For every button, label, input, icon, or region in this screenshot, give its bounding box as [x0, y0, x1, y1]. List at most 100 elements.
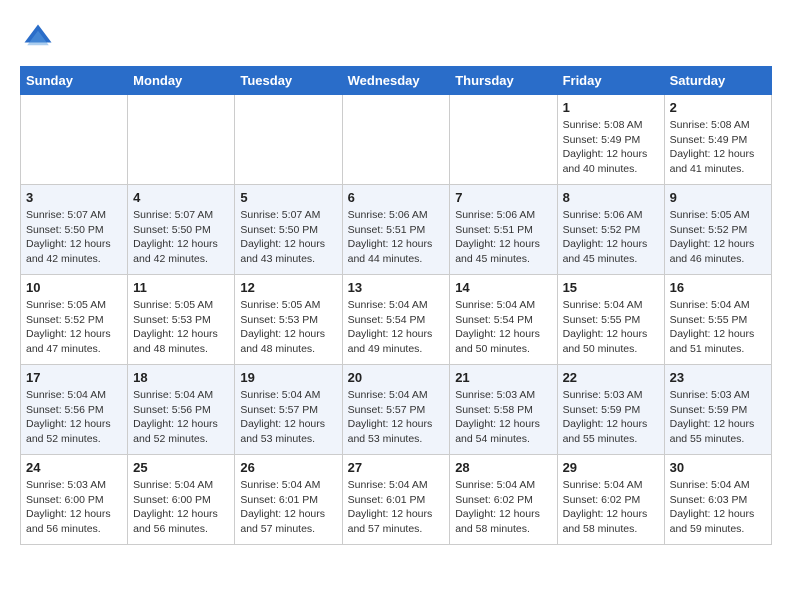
day-info: Sunrise: 5:03 AM Sunset: 6:00 PM Dayligh… [26, 478, 122, 537]
day-info: Sunrise: 5:05 AM Sunset: 5:53 PM Dayligh… [240, 298, 336, 357]
calendar-cell [235, 95, 342, 185]
day-info: Sunrise: 5:04 AM Sunset: 5:54 PM Dayligh… [348, 298, 445, 357]
calendar-week-3: 10 Sunrise: 5:05 AM Sunset: 5:52 PM Dayli… [21, 275, 772, 365]
calendar-cell: 30 Sunrise: 5:04 AM Sunset: 6:03 PM Dayli… [664, 455, 771, 545]
day-info: Sunrise: 5:03 AM Sunset: 5:59 PM Dayligh… [670, 388, 766, 447]
day-info: Sunrise: 5:06 AM Sunset: 5:51 PM Dayligh… [455, 208, 551, 267]
calendar-cell: 15 Sunrise: 5:04 AM Sunset: 5:55 PM Dayli… [557, 275, 664, 365]
weekday-header-friday: Friday [557, 67, 664, 95]
calendar-cell: 20 Sunrise: 5:04 AM Sunset: 5:57 PM Dayli… [342, 365, 450, 455]
calendar-cell [128, 95, 235, 185]
calendar-cell: 28 Sunrise: 5:04 AM Sunset: 6:02 PM Dayli… [450, 455, 557, 545]
calendar-week-1: 1 Sunrise: 5:08 AM Sunset: 5:49 PM Daylig… [21, 95, 772, 185]
weekday-header-thursday: Thursday [450, 67, 557, 95]
calendar-cell: 5 Sunrise: 5:07 AM Sunset: 5:50 PM Daylig… [235, 185, 342, 275]
day-number: 6 [348, 190, 445, 205]
day-number: 30 [670, 460, 766, 475]
calendar-cell: 24 Sunrise: 5:03 AM Sunset: 6:00 PM Dayli… [21, 455, 128, 545]
calendar-cell: 17 Sunrise: 5:04 AM Sunset: 5:56 PM Dayli… [21, 365, 128, 455]
day-info: Sunrise: 5:04 AM Sunset: 6:01 PM Dayligh… [348, 478, 445, 537]
day-number: 8 [563, 190, 659, 205]
day-number: 9 [670, 190, 766, 205]
calendar-cell: 7 Sunrise: 5:06 AM Sunset: 5:51 PM Daylig… [450, 185, 557, 275]
calendar-cell: 22 Sunrise: 5:03 AM Sunset: 5:59 PM Dayli… [557, 365, 664, 455]
day-number: 4 [133, 190, 229, 205]
calendar-cell [450, 95, 557, 185]
day-number: 12 [240, 280, 336, 295]
day-number: 17 [26, 370, 122, 385]
day-info: Sunrise: 5:08 AM Sunset: 5:49 PM Dayligh… [563, 118, 659, 177]
day-info: Sunrise: 5:04 AM Sunset: 6:02 PM Dayligh… [563, 478, 659, 537]
calendar-cell: 10 Sunrise: 5:05 AM Sunset: 5:52 PM Dayli… [21, 275, 128, 365]
day-info: Sunrise: 5:04 AM Sunset: 5:54 PM Dayligh… [455, 298, 551, 357]
calendar-cell: 27 Sunrise: 5:04 AM Sunset: 6:01 PM Dayli… [342, 455, 450, 545]
day-number: 27 [348, 460, 445, 475]
day-number: 1 [563, 100, 659, 115]
day-number: 29 [563, 460, 659, 475]
day-info: Sunrise: 5:04 AM Sunset: 5:57 PM Dayligh… [348, 388, 445, 447]
calendar-cell: 3Sunrise: 5:07 AM Sunset: 5:50 PM Daylig… [21, 185, 128, 275]
logo-icon [20, 20, 56, 56]
calendar-week-5: 24 Sunrise: 5:03 AM Sunset: 6:00 PM Dayli… [21, 455, 772, 545]
calendar-cell: 9 Sunrise: 5:05 AM Sunset: 5:52 PM Daylig… [664, 185, 771, 275]
day-number: 10 [26, 280, 122, 295]
calendar-week-2: 3Sunrise: 5:07 AM Sunset: 5:50 PM Daylig… [21, 185, 772, 275]
calendar-cell: 8Sunrise: 5:06 AM Sunset: 5:52 PM Daylig… [557, 185, 664, 275]
day-info: Sunrise: 5:06 AM Sunset: 5:51 PM Dayligh… [348, 208, 445, 267]
day-number: 14 [455, 280, 551, 295]
calendar-cell: 21 Sunrise: 5:03 AM Sunset: 5:58 PM Dayli… [450, 365, 557, 455]
day-info: Sunrise: 5:03 AM Sunset: 5:59 PM Dayligh… [563, 388, 659, 447]
day-number: 24 [26, 460, 122, 475]
calendar-cell: 6 Sunrise: 5:06 AM Sunset: 5:51 PM Daylig… [342, 185, 450, 275]
day-info: Sunrise: 5:04 AM Sunset: 6:01 PM Dayligh… [240, 478, 336, 537]
weekday-header-saturday: Saturday [664, 67, 771, 95]
day-info: Sunrise: 5:04 AM Sunset: 6:02 PM Dayligh… [455, 478, 551, 537]
calendar-cell [21, 95, 128, 185]
day-number: 20 [348, 370, 445, 385]
weekday-header-tuesday: Tuesday [235, 67, 342, 95]
day-number: 18 [133, 370, 229, 385]
day-info: Sunrise: 5:04 AM Sunset: 6:00 PM Dayligh… [133, 478, 229, 537]
weekday-header-wednesday: Wednesday [342, 67, 450, 95]
day-number: 28 [455, 460, 551, 475]
day-info: Sunrise: 5:04 AM Sunset: 5:57 PM Dayligh… [240, 388, 336, 447]
day-info: Sunrise: 5:08 AM Sunset: 5:49 PM Dayligh… [670, 118, 766, 177]
calendar-cell: 1 Sunrise: 5:08 AM Sunset: 5:49 PM Daylig… [557, 95, 664, 185]
day-info: Sunrise: 5:04 AM Sunset: 6:03 PM Dayligh… [670, 478, 766, 537]
calendar-cell: 14 Sunrise: 5:04 AM Sunset: 5:54 PM Dayli… [450, 275, 557, 365]
calendar-cell: 2 Sunrise: 5:08 AM Sunset: 5:49 PM Daylig… [664, 95, 771, 185]
calendar-cell [342, 95, 450, 185]
day-info: Sunrise: 5:07 AM Sunset: 5:50 PM Dayligh… [26, 208, 122, 267]
day-number: 2 [670, 100, 766, 115]
calendar-cell: 18Sunrise: 5:04 AM Sunset: 5:56 PM Dayli… [128, 365, 235, 455]
day-info: Sunrise: 5:03 AM Sunset: 5:58 PM Dayligh… [455, 388, 551, 447]
calendar-cell: 13Sunrise: 5:04 AM Sunset: 5:54 PM Dayli… [342, 275, 450, 365]
day-number: 15 [563, 280, 659, 295]
day-number: 7 [455, 190, 551, 205]
day-number: 25 [133, 460, 229, 475]
calendar-cell: 29 Sunrise: 5:04 AM Sunset: 6:02 PM Dayli… [557, 455, 664, 545]
day-info: Sunrise: 5:05 AM Sunset: 5:52 PM Dayligh… [670, 208, 766, 267]
day-info: Sunrise: 5:05 AM Sunset: 5:53 PM Dayligh… [133, 298, 229, 357]
day-number: 16 [670, 280, 766, 295]
calendar-cell: 23Sunrise: 5:03 AM Sunset: 5:59 PM Dayli… [664, 365, 771, 455]
day-number: 22 [563, 370, 659, 385]
day-number: 21 [455, 370, 551, 385]
day-info: Sunrise: 5:04 AM Sunset: 5:55 PM Dayligh… [563, 298, 659, 357]
weekday-header-sunday: Sunday [21, 67, 128, 95]
day-info: Sunrise: 5:05 AM Sunset: 5:52 PM Dayligh… [26, 298, 122, 357]
calendar-cell: 11 Sunrise: 5:05 AM Sunset: 5:53 PM Dayli… [128, 275, 235, 365]
page-header [20, 20, 772, 56]
weekday-header-row: SundayMondayTuesdayWednesdayThursdayFrid… [21, 67, 772, 95]
calendar-week-4: 17 Sunrise: 5:04 AM Sunset: 5:56 PM Dayli… [21, 365, 772, 455]
calendar-cell: 19 Sunrise: 5:04 AM Sunset: 5:57 PM Dayli… [235, 365, 342, 455]
day-number: 11 [133, 280, 229, 295]
day-info: Sunrise: 5:04 AM Sunset: 5:56 PM Dayligh… [26, 388, 122, 447]
day-info: Sunrise: 5:04 AM Sunset: 5:55 PM Dayligh… [670, 298, 766, 357]
weekday-header-monday: Monday [128, 67, 235, 95]
day-number: 19 [240, 370, 336, 385]
day-number: 5 [240, 190, 336, 205]
calendar-cell: 4Sunrise: 5:07 AM Sunset: 5:50 PM Daylig… [128, 185, 235, 275]
logo [20, 20, 62, 56]
day-info: Sunrise: 5:07 AM Sunset: 5:50 PM Dayligh… [240, 208, 336, 267]
